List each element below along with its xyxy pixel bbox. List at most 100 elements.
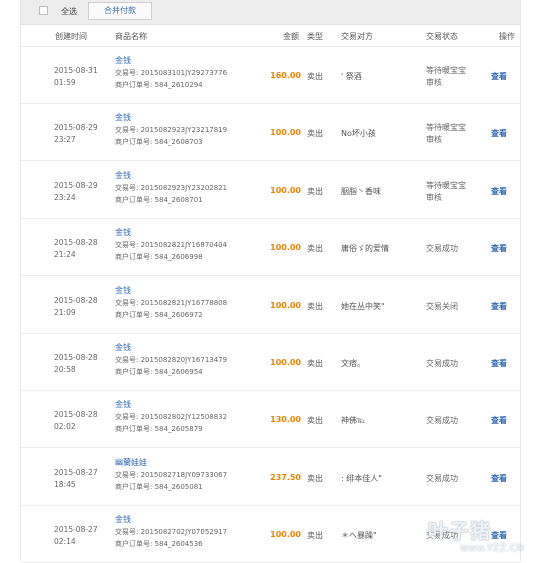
merchant-order-number: 商户订单号: 584_2606998	[115, 253, 203, 262]
col-status: 交易状态	[426, 32, 458, 41]
amount: 100.00	[270, 300, 301, 310]
trade-status-line1: 等待暖宝宝	[426, 123, 466, 133]
transaction-number: 交易号: 2015082821JY16870404	[115, 241, 228, 250]
col-action: 操作	[499, 32, 515, 41]
trade-type: 卖出	[307, 416, 323, 426]
transaction-number: 交易号: 2015082923JY23217819	[115, 126, 228, 135]
trade-status-line1: 等待暖宝宝	[426, 66, 466, 75]
merchant-order-number: 商户订单号: 584_2610294	[115, 81, 203, 89]
table-row: 2015-08-27 18:45 幽蘭娃娃交易号: 2015082718JY0973…	[21, 449, 520, 506]
counterparty: 她在丛中笑"	[341, 301, 385, 311]
product-link[interactable]: 金钱	[115, 170, 131, 181]
trade-status-line2: 审核	[426, 135, 442, 145]
watermark-url: www.YZZ.CN	[460, 543, 525, 554]
merchant-order-number: 商户订单号: 584_2606954	[115, 368, 203, 376]
trade-type: 卖出	[307, 244, 323, 254]
table-row: 2015-08-28 21:24 金钱交易号: 2015082821JY168704…	[21, 219, 520, 277]
merchant-order-number: 商户订单号: 584_2605879	[115, 425, 203, 434]
trade-status: 等待暖宝宝 审核	[426, 122, 496, 146]
trade-status-line1: 等待暖宝宝	[426, 180, 466, 190]
row-date: 2015-08-27	[54, 467, 98, 477]
counterparty: ＊へ暴躁"	[341, 531, 377, 541]
merchant-order-number: 商户订单号: 584_2608701	[115, 195, 203, 204]
col-created: 创建时间	[55, 32, 87, 41]
row-time: 21:24	[54, 250, 76, 260]
counterparty: No坏小孩	[341, 129, 376, 139]
table-row: 2015-08-29 23:27 金钱交易号: 2015082923JY232178…	[21, 104, 520, 162]
product-link[interactable]: 金钱	[115, 55, 131, 66]
trade-status-line2: 审核	[426, 192, 442, 202]
product-link[interactable]: 金钱	[115, 227, 131, 238]
trade-status: 交易成功	[426, 358, 496, 370]
merge-payment-button[interactable]: 合并付款	[88, 2, 152, 20]
product-link[interactable]: 金钱	[115, 342, 131, 353]
transaction-number: 交易号: 2015083101JY29273776	[115, 69, 228, 77]
merchant-order-number: 商户订单号: 584_2604536	[115, 540, 203, 549]
product-link[interactable]: 金钱	[115, 399, 131, 410]
trade-type: 卖出	[307, 473, 323, 483]
product-link[interactable]: 幽蘭娃娃	[115, 457, 147, 468]
row-date: 2015-08-28	[54, 238, 98, 248]
product-link[interactable]: 金钱	[115, 285, 131, 296]
merchant-order-number: 商户订单号: 584_2606972	[115, 310, 203, 319]
select-all-label[interactable]: 全选	[61, 6, 77, 17]
product-link[interactable]: 金钱	[115, 112, 131, 123]
select-all-checkbox[interactable]	[39, 6, 48, 15]
counterparty: 文痞。	[341, 359, 365, 368]
amount: 130.00	[270, 415, 301, 425]
table-row: 2015-08-29 23:24 金钱交易号: 2015082923JY232028…	[21, 162, 520, 219]
row-time: 23:24	[54, 192, 76, 202]
site-watermark: 叶子猪 www.YZZ.CN	[428, 515, 538, 559]
trade-status: 等待暖宝宝 审核	[426, 180, 496, 204]
table-row: 2015-08-31 01:59 金钱 交易号: 2015083101JY292737…	[21, 47, 520, 104]
amount: 100.00	[270, 243, 301, 253]
product-link[interactable]: 金钱	[115, 514, 131, 525]
row-date: 2015-08-29	[54, 123, 98, 133]
trade-type: 卖出	[307, 359, 323, 368]
merchant-order-number: 商户订单号: 584_2608703	[115, 138, 203, 147]
row-time: 18:45	[54, 479, 76, 489]
transaction-number: 交易号: 2015082923JY23202821	[115, 183, 228, 192]
order-table-panel: 全选 合并付款 创建时间 商品名称 金额 类型 交易对方 交易状态 操作 201…	[20, 0, 521, 563]
trade-type: 卖出	[307, 301, 323, 311]
trade-status-line1: 交易关闭	[426, 301, 458, 311]
amount: 237.50	[270, 472, 301, 482]
table-toolbar: 全选 合并付款	[21, 0, 520, 25]
col-party: 交易对方	[341, 32, 373, 41]
row-time: 01:59	[54, 78, 76, 87]
merchant-order-number: 商户订单号: 584_2605081	[115, 482, 203, 491]
watermark-logo-text: 叶子猪	[428, 519, 491, 543]
row-time: 21:09	[54, 307, 76, 317]
row-time: 23:27	[54, 135, 76, 145]
table-header: 创建时间 商品名称 金额 类型 交易对方 交易状态 操作	[21, 24, 520, 47]
trade-status-line2: 审核	[426, 78, 442, 87]
counterparty: 神佛℡	[341, 416, 366, 426]
transaction-number: 交易号: 2015082802JY12508832	[115, 413, 228, 422]
amount: 100.00	[270, 530, 301, 540]
table-row: 2015-08-28 20:58 金钱 交易号: 2015082820JY167134…	[21, 334, 520, 391]
trade-status: 等待暖宝宝 审核	[426, 65, 496, 89]
row-date: 2015-08-27	[54, 525, 98, 535]
transaction-number: 交易号: 2015082718JY09733067	[115, 470, 228, 479]
row-date: 2015-08-28	[54, 353, 98, 362]
col-amount: 金额	[283, 32, 299, 41]
row-date: 2015-08-28	[54, 295, 98, 305]
trade-status-line1: 交易成功	[426, 244, 458, 254]
col-type: 类型	[307, 32, 323, 41]
amount: 100.00	[270, 128, 301, 138]
amount: 160.00	[270, 71, 301, 80]
trade-status: 交易关闭	[426, 301, 496, 313]
row-time: 02:14	[54, 537, 76, 547]
counterparty: : 绯本佳人"	[341, 473, 382, 483]
trade-type: 卖出	[307, 531, 323, 541]
counterparty: 庸俗ゞ的爱情	[341, 244, 389, 254]
transaction-number: 交易号: 2015082702JY07052917	[115, 528, 228, 537]
col-product: 商品名称	[115, 32, 147, 41]
transaction-number: 交易号: 2015082821JY16778808	[115, 298, 228, 307]
trade-status-line1: 交易成功	[426, 416, 458, 426]
row-date: 2015-08-29	[54, 180, 98, 190]
row-date: 2015-08-28	[54, 410, 98, 420]
trade-status: 交易成功	[426, 415, 496, 427]
counterparty: ' 祭酒	[341, 72, 362, 81]
trade-status: 交易成功	[426, 473, 496, 485]
